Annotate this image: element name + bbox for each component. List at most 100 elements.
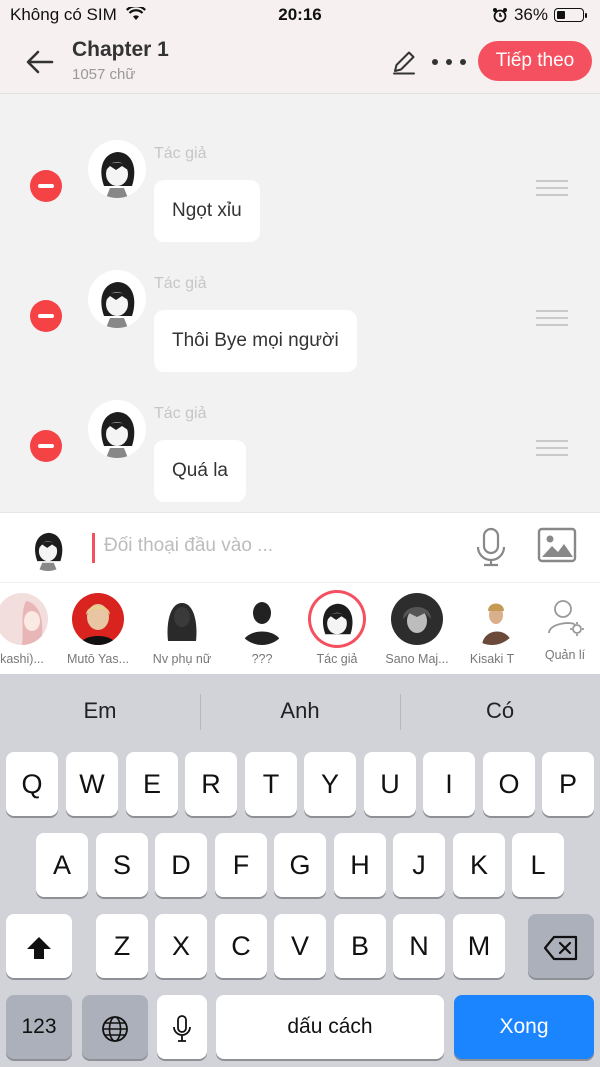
keyboard: Em Anh Có Q W E R T Y U I O P A S D F G …	[0, 674, 600, 1067]
suggestion-bar: Em Anh Có	[0, 674, 600, 748]
speaker-avatar[interactable]	[24, 523, 72, 571]
author-avatar[interactable]	[88, 140, 146, 198]
character-item[interactable]: Sano Maj...	[375, 593, 459, 666]
shift-icon	[27, 936, 51, 959]
image-icon[interactable]	[537, 527, 577, 563]
battery-icon	[554, 8, 587, 22]
character-item[interactable]: ???	[220, 593, 304, 666]
character-avatar	[311, 593, 363, 645]
word-count: 1057 chữ	[72, 66, 136, 83]
author-avatar[interactable]	[88, 400, 146, 458]
key-j[interactable]: J	[393, 833, 445, 897]
delete-message-icon[interactable]	[30, 430, 62, 462]
message-row: Tác giả Quá la	[0, 400, 600, 512]
chapter-title: Chapter 1	[72, 38, 169, 61]
delete-message-icon[interactable]	[30, 300, 62, 332]
key-t[interactable]: T	[245, 752, 297, 816]
key-a[interactable]: A	[36, 833, 88, 897]
key-q[interactable]: Q	[6, 752, 58, 816]
shift-key[interactable]	[6, 914, 72, 978]
key-k[interactable]: K	[453, 833, 505, 897]
key-p[interactable]: P	[542, 752, 594, 816]
character-avatar	[72, 593, 124, 645]
numbers-key[interactable]: 123	[6, 995, 72, 1059]
character-item[interactable]: Mutō Yas...	[56, 593, 140, 666]
key-s[interactable]: S	[96, 833, 148, 897]
editor-header: Chapter 1 1057 chữ Tiếp theo	[0, 30, 600, 94]
character-avatar	[0, 593, 48, 645]
backspace-icon	[543, 935, 578, 960]
status-bar: Không có SIM 20:16 36%	[0, 0, 600, 30]
key-w[interactable]: W	[66, 752, 118, 816]
character-name: ???	[251, 652, 273, 666]
dictation-key[interactable]	[157, 995, 207, 1059]
message-bubble[interactable]: Ngọt xỉu	[154, 180, 260, 242]
pencil-icon[interactable]	[390, 48, 418, 76]
done-key[interactable]: Xong	[454, 995, 594, 1059]
text-caret	[92, 533, 95, 563]
key-y[interactable]: Y	[304, 752, 356, 816]
message-list: Tác giả Ngọt xỉu Tác giả Thôi Bye mọi ng…	[0, 95, 600, 512]
drag-handle-icon[interactable]	[536, 310, 568, 326]
key-h[interactable]: H	[334, 833, 386, 897]
author-label: Tác giả	[154, 145, 207, 162]
suggestion-item[interactable]: Có	[400, 674, 600, 748]
key-l[interactable]: L	[512, 833, 564, 897]
character-avatar	[156, 593, 208, 645]
character-avatar	[466, 593, 518, 645]
user-settings-icon	[548, 600, 584, 636]
key-m[interactable]: M	[453, 914, 505, 978]
back-arrow-icon[interactable]	[22, 44, 58, 80]
drag-handle-icon[interactable]	[536, 440, 568, 456]
key-o[interactable]: O	[483, 752, 535, 816]
character-item[interactable]: Kisaki T	[450, 593, 534, 666]
key-z[interactable]: Z	[96, 914, 148, 978]
character-name: kashi)...	[0, 652, 44, 666]
microphone-key-icon	[173, 1014, 191, 1042]
character-avatar	[391, 593, 443, 645]
battery-percent: 36%	[513, 5, 548, 24]
more-options-icon[interactable]	[432, 50, 466, 74]
character-name: Sano Maj...	[385, 652, 449, 666]
key-e[interactable]: E	[126, 752, 178, 816]
character-item-selected[interactable]: Tác giả	[295, 593, 379, 666]
backspace-key[interactable]	[528, 914, 594, 978]
key-n[interactable]: N	[393, 914, 445, 978]
author-avatar[interactable]	[88, 270, 146, 328]
character-name: Nv phụ nữ	[152, 652, 212, 666]
message-row: Tác giả Ngọt xỉu	[0, 140, 600, 265]
alarm-icon	[492, 8, 507, 23]
key-c[interactable]: C	[215, 914, 267, 978]
character-item[interactable]: Nv phụ nữ	[140, 593, 224, 666]
message-bubble[interactable]: Quá la	[154, 440, 246, 502]
dialogue-input-bar: Đối thoại đầu vào ...	[0, 512, 600, 582]
suggestion-item[interactable]: Anh	[200, 674, 400, 748]
message-row: Tác giả Thôi Bye mọi người	[0, 270, 600, 395]
key-f[interactable]: F	[215, 833, 267, 897]
character-name: Tác giả	[316, 652, 358, 666]
delete-message-icon[interactable]	[30, 170, 62, 202]
next-button[interactable]: Tiếp theo	[478, 41, 592, 81]
character-name: Mutō Yas...	[66, 652, 130, 666]
character-picker: kashi)... Mutō Yas... Nv phụ nữ ??? Tác …	[0, 582, 600, 674]
character-item[interactable]: kashi)...	[0, 593, 64, 666]
manage-label: Quản lí	[544, 648, 586, 662]
space-key[interactable]: dấu cách	[216, 995, 444, 1059]
suggestion-item[interactable]: Em	[0, 674, 200, 748]
author-label: Tác giả	[154, 405, 207, 422]
key-r[interactable]: R	[185, 752, 237, 816]
key-d[interactable]: D	[155, 833, 207, 897]
microphone-icon[interactable]	[474, 527, 508, 567]
globe-key[interactable]	[82, 995, 148, 1059]
key-b[interactable]: B	[334, 914, 386, 978]
key-v[interactable]: V	[274, 914, 326, 978]
message-bubble[interactable]: Thôi Bye mọi người	[154, 310, 357, 372]
key-g[interactable]: G	[274, 833, 326, 897]
manage-characters-button[interactable]: Quản lí	[540, 597, 590, 662]
key-u[interactable]: U	[364, 752, 416, 816]
key-i[interactable]: I	[423, 752, 475, 816]
drag-handle-icon[interactable]	[536, 180, 568, 196]
key-x[interactable]: X	[155, 914, 207, 978]
dialogue-input[interactable]: Đối thoại đầu vào ...	[104, 535, 273, 557]
status-right: 36%	[492, 5, 587, 25]
